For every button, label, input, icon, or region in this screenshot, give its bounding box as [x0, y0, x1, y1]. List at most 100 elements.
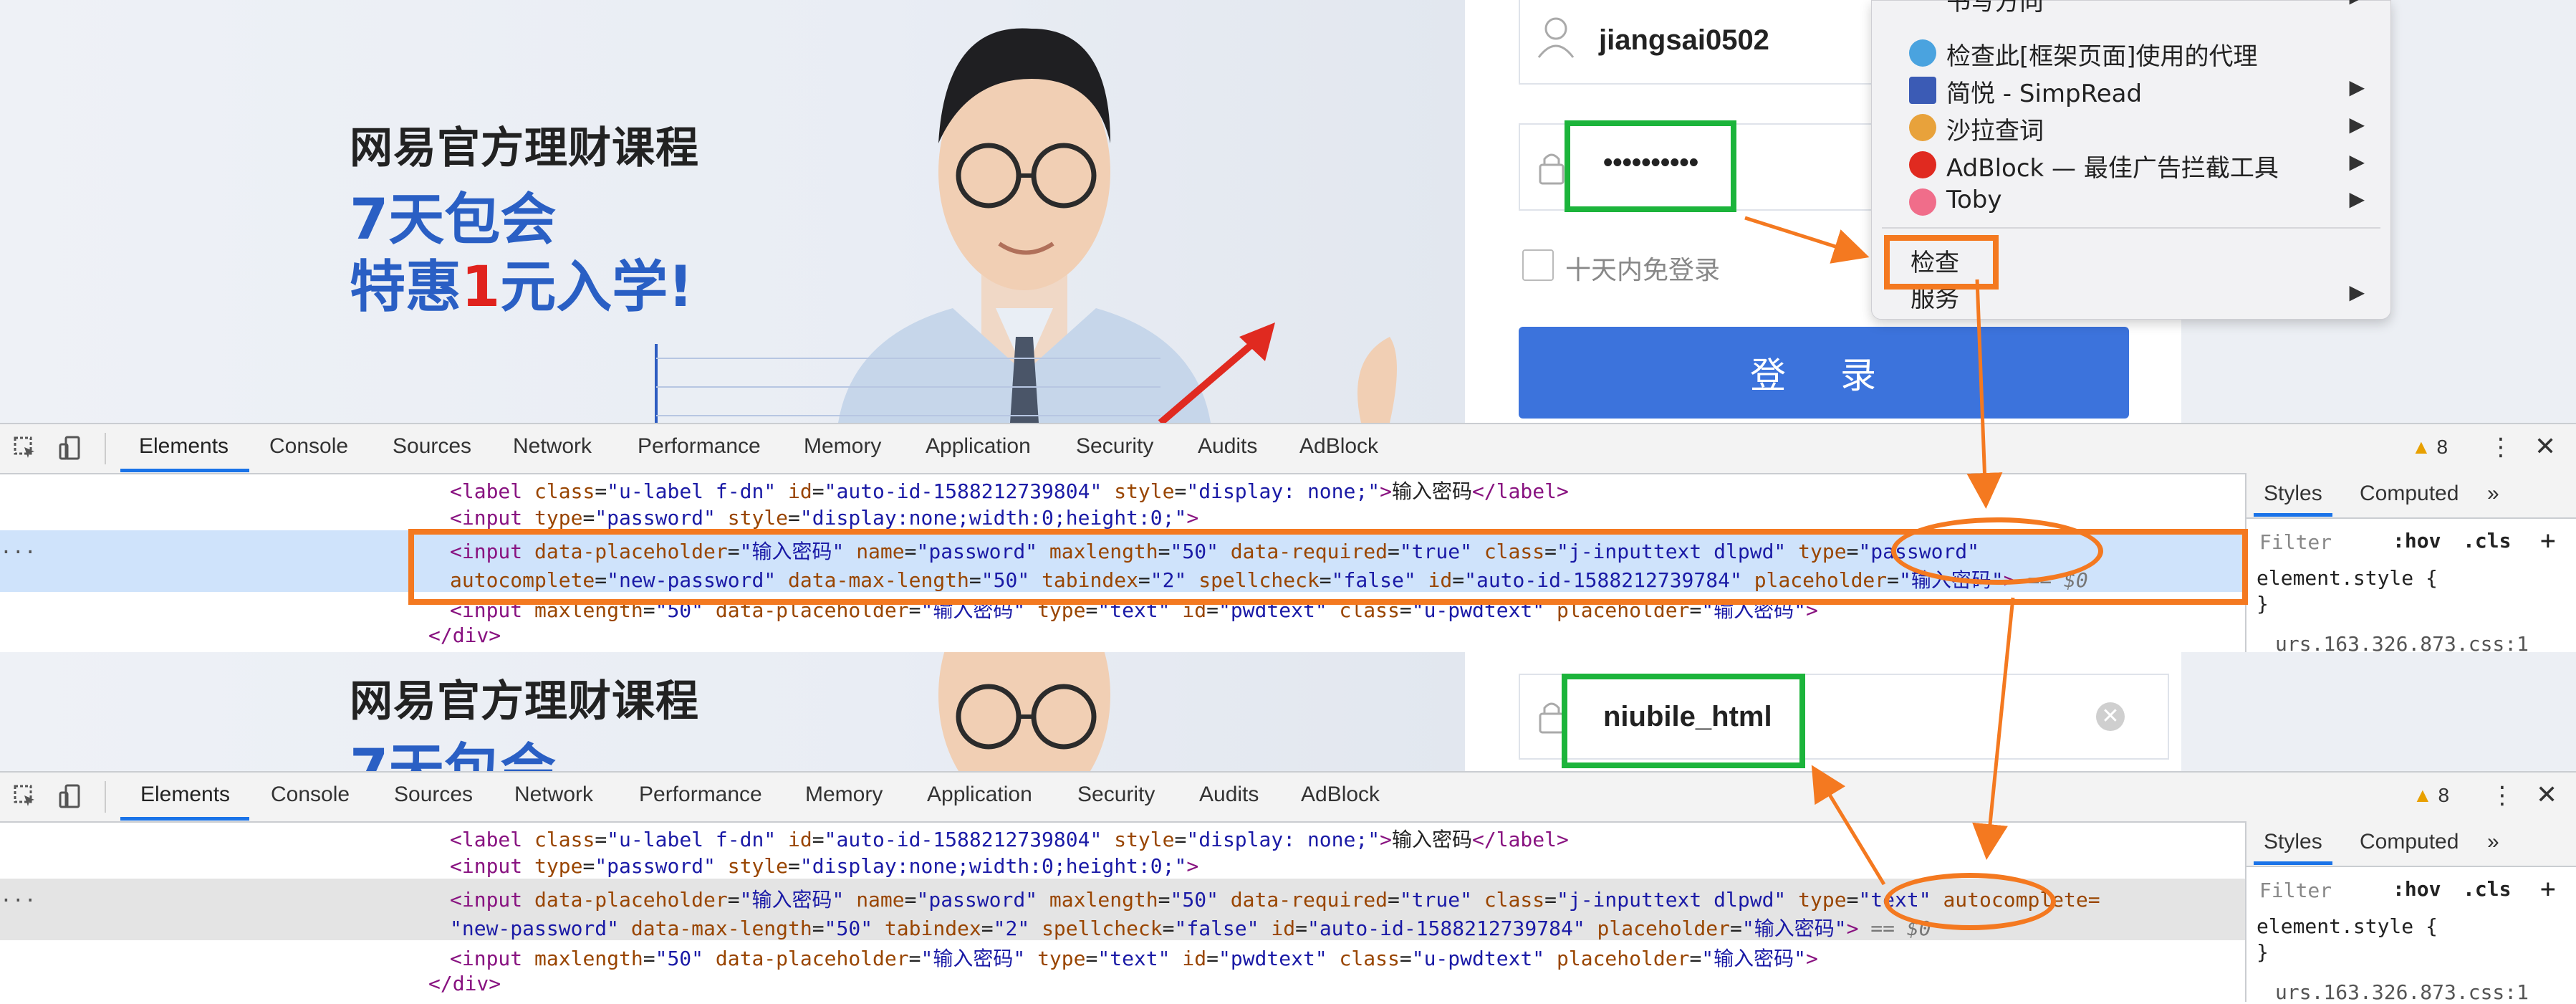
promo-banner: 网易官方理财课程 7天包会 特惠1元入学! [0, 0, 1465, 423]
code-line-password-input[interactable]: <input data-placeholder="输入密码" name="pas… [450, 884, 2100, 913]
cls-toggle[interactable]: .cls [2463, 529, 2511, 553]
login-button[interactable]: 登 录 [1519, 327, 2129, 419]
remember-checkbox[interactable] [1522, 249, 1554, 281]
highlight-type-password [1891, 517, 2103, 585]
code-line-pwdtext[interactable]: <input maxlength="50" data-placeholder="… [450, 943, 1818, 972]
tab-console[interactable]: Console [271, 783, 350, 807]
device-toolbar-icon[interactable] [59, 784, 83, 808]
new-rule-icon[interactable]: + [2540, 526, 2556, 555]
select-element-icon[interactable] [13, 436, 37, 460]
tab-performance[interactable]: Performance [638, 434, 761, 459]
promo-line-2: 特惠1元入学! [350, 255, 693, 320]
presenter-photo [938, 652, 1110, 771]
submenu-arrow-icon: ▶ [2349, 113, 2365, 136]
code-line-hidden-password[interactable]: <input type="password" style="display:no… [450, 506, 1198, 530]
tab-elements[interactable]: Elements [140, 783, 230, 807]
promo-title: 网易官方理财课程 [350, 123, 699, 173]
highlight-password-plain [1562, 674, 1805, 768]
menu-item-adblock[interactable]: AdBlock — 最佳广告拦截工具 ▶ [1872, 145, 2390, 183]
cls-toggle[interactable]: .cls [2463, 877, 2511, 901]
code-line-close-div[interactable]: </div> [428, 623, 501, 647]
clear-icon[interactable]: ✕ [2096, 702, 2125, 731]
remember-label: 十天内免登录 [1565, 256, 1721, 285]
tab-network[interactable]: Network [513, 434, 592, 459]
element-style-rule[interactable]: element.style { [2257, 914, 2438, 938]
submenu-arrow-icon: ▶ [2349, 280, 2365, 304]
devtools-tabbar: Elements Console Sources Network Perform… [0, 773, 2576, 823]
element-style-rule[interactable]: element.style { [2257, 566, 2438, 590]
tab-adblock[interactable]: AdBlock [1301, 783, 1380, 807]
device-toolbar-icon[interactable] [59, 436, 83, 460]
menu-item-writing-direction[interactable]: 书写方向▶ [1872, 0, 2390, 16]
promo-line-1: 7天包会 [350, 738, 557, 771]
tab-application[interactable]: Application [927, 783, 1032, 807]
promo-banner: 网易官方理财课程 7天包会 [0, 652, 1465, 771]
tab-memory[interactable]: Memory [804, 434, 881, 459]
tab-computed[interactable]: Computed [2360, 482, 2459, 506]
tab-application[interactable]: Application [926, 434, 1031, 459]
close-icon[interactable]: ✕ [2534, 431, 2556, 462]
new-rule-icon[interactable]: + [2540, 874, 2556, 904]
tab-sources[interactable]: Sources [394, 783, 473, 807]
close-icon[interactable]: ✕ [2536, 780, 2557, 810]
styles-filter-input[interactable]: Filter [2259, 879, 2332, 902]
saladict-icon [1909, 114, 1936, 141]
select-element-icon[interactable] [13, 784, 37, 808]
stylesheet-link[interactable]: urs.163.326.873.css:1 [2275, 980, 2529, 1004]
tab-console[interactable]: Console [269, 434, 348, 459]
menu-item-simpread[interactable]: 简悦 - SimpRead ▶ [1872, 71, 2390, 108]
hov-toggle[interactable]: :hov [2393, 877, 2441, 901]
highlight-type-text [1884, 873, 2056, 930]
tab-memory[interactable]: Memory [805, 783, 883, 807]
submenu-arrow-icon: ▶ [2349, 150, 2365, 173]
node-ellipsis[interactable]: ... [0, 535, 37, 558]
element-style-close: } [2257, 940, 2269, 964]
node-ellipsis[interactable]: ... [0, 883, 37, 907]
tab-styles[interactable]: Styles [2264, 830, 2322, 854]
submenu-arrow-icon: ▶ [2349, 187, 2365, 211]
toolbar-divider [105, 781, 106, 813]
more-options-icon[interactable]: ⋮ [2490, 781, 2514, 810]
active-tab-indicator [120, 817, 249, 821]
hov-toggle[interactable]: :hov [2393, 529, 2441, 553]
menu-item-saladict[interactable]: 沙拉查词 ▶ [1872, 108, 2390, 145]
warning-counter[interactable]: ▲ 8 [2411, 436, 2448, 459]
tab-security[interactable]: Security [1076, 434, 1153, 459]
warning-icon: ▲ [2413, 784, 2433, 806]
menu-item-proxy[interactable]: 检查此[框架页面]使用的代理 [1872, 34, 2390, 71]
devtools-bottom: Elements Console Sources Network Perform… [0, 771, 2576, 1004]
simpread-icon [1909, 77, 1936, 104]
warning-counter[interactable]: ▲ 8 [2413, 784, 2449, 807]
submenu-arrow-icon: ▶ [2349, 0, 2365, 7]
styles-filter-input[interactable]: Filter [2259, 530, 2332, 554]
more-options-icon[interactable]: ⋮ [2489, 433, 2513, 462]
more-tabs-icon[interactable]: » [2487, 482, 2499, 506]
tab-styles[interactable]: Styles [2264, 482, 2322, 506]
tab-audits[interactable]: Audits [1198, 434, 1257, 459]
highlight-password-masked [1565, 120, 1736, 212]
tab-security[interactable]: Security [1077, 783, 1155, 807]
code-line-label[interactable]: <label class="u-label f-dn" id="auto-id-… [450, 476, 1569, 505]
code-line-close-div[interactable]: </div> [428, 972, 501, 995]
styles-tabbar: Styles Computed » [2246, 473, 2576, 519]
username-field[interactable]: jiangsai0502 [1519, 0, 1908, 85]
tab-network[interactable]: Network [514, 783, 593, 807]
tab-performance[interactable]: Performance [639, 783, 762, 807]
menu-item-toby[interactable]: Toby ▶ [1872, 183, 2390, 219]
proxy-icon [1909, 39, 1936, 67]
menu-separator [1882, 227, 2380, 229]
styles-tab-indicator [2254, 861, 2332, 865]
code-line-hidden-password[interactable]: <input type="password" style="display:no… [450, 854, 1198, 878]
element-style-close: } [2257, 592, 2269, 616]
tab-sources[interactable]: Sources [393, 434, 471, 459]
tab-elements[interactable]: Elements [139, 434, 229, 459]
tab-computed[interactable]: Computed [2360, 830, 2459, 854]
more-tabs-icon[interactable]: » [2487, 830, 2499, 854]
tab-audits[interactable]: Audits [1199, 783, 1259, 807]
lock-icon [1539, 153, 1565, 185]
styles-pane: Styles Computed » Filter :hov .cls + ele… [2245, 473, 2576, 656]
code-line-label[interactable]: <label class="u-label f-dn" id="auto-id-… [450, 824, 1569, 853]
tab-adblock[interactable]: AdBlock [1299, 434, 1378, 459]
adblock-icon [1909, 151, 1936, 178]
code-line-password-input-cont[interactable]: "new-password" data-max-length="50" tabi… [450, 913, 1931, 942]
